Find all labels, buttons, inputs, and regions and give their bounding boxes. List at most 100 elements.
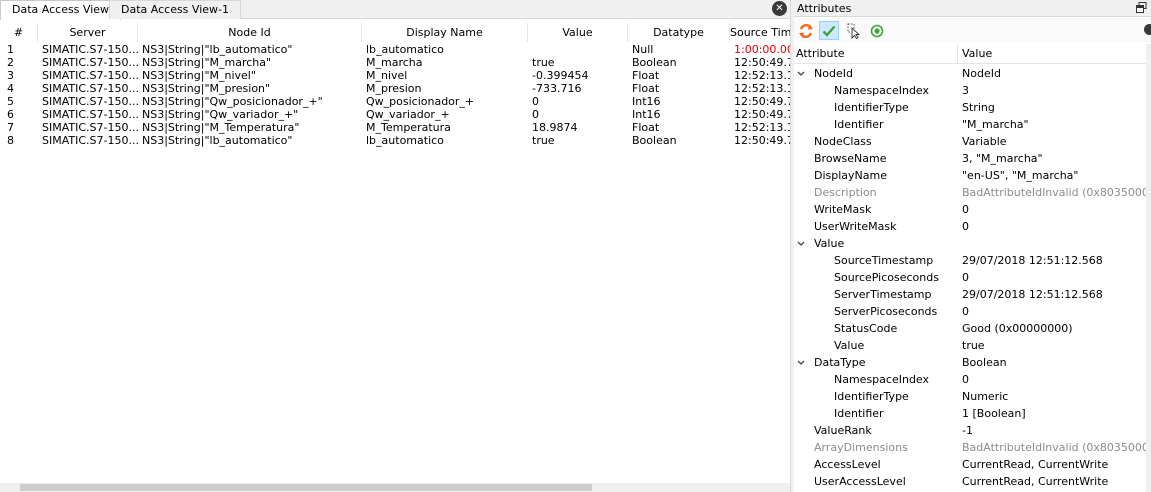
attribute-row[interactable]: SourcePicoseconds 0 (794, 269, 1146, 286)
table-row[interactable]: 3 SIMATIC.S7-150... NS3|String|"M_nivel" M_… (0, 69, 790, 82)
node-id-cell: NS3|String|"M_presion" (142, 82, 271, 95)
attribute-row[interactable]: UserWriteMask 0 (794, 218, 1146, 235)
row-index: 5 (7, 95, 14, 108)
attribute-value: String (962, 101, 995, 114)
attribute-row[interactable]: Value true (794, 337, 1146, 354)
horizontal-scrollbar[interactable] (0, 483, 790, 492)
attribute-value: CurrentRead, CurrentWrite (962, 475, 1109, 488)
monitor-button[interactable] (867, 21, 887, 40)
checkmark-toggle-button[interactable] (819, 21, 839, 40)
attribute-row[interactable]: Value (794, 235, 1146, 252)
table-row[interactable]: 2 SIMATIC.S7-150... NS3|String|"M_marcha" M… (0, 56, 790, 69)
chevron-down-icon[interactable] (796, 235, 806, 252)
attribute-value: 0 (962, 305, 969, 318)
col-index-header[interactable]: # (0, 23, 38, 42)
attribute-name: ServerPicoseconds (834, 305, 938, 318)
col-nodeid-header[interactable]: Node Id (138, 23, 362, 42)
record-circle-icon (870, 24, 884, 37)
col-datatype-header[interactable]: Datatype (628, 23, 730, 42)
server-cell: SIMATIC.S7-150... (42, 134, 138, 147)
scrollbar-thumb[interactable] (20, 484, 592, 491)
attribute-name: ArrayDimensions (814, 441, 908, 454)
attribute-name: NamespaceIndex (834, 373, 930, 386)
server-cell: SIMATIC.S7-150... (42, 121, 138, 134)
display-name-cell: Qw_variador_+ (366, 108, 450, 121)
table-row[interactable]: 1 SIMATIC.S7-150... NS3|String|"lb_automat… (0, 43, 790, 56)
attribute-value: 0 (962, 373, 969, 386)
float-window-icon[interactable] (1136, 2, 1147, 13)
attribute-column-header[interactable]: Attribute (796, 44, 845, 64)
attribute-value: BadAttributeIdInvalid (0x80350000) (962, 186, 1146, 199)
server-cell: SIMATIC.S7-150... (42, 108, 138, 121)
attribute-row[interactable]: DataType Boolean (794, 354, 1146, 371)
attribute-row[interactable]: SourceTimestamp 29/07/2018 12:51:12.568 (794, 252, 1146, 269)
refresh-button[interactable] (796, 21, 816, 40)
table-row[interactable]: 8 SIMATIC.S7-150... NS3|String|"lb_automat… (0, 134, 790, 147)
table-row[interactable]: 5 SIMATIC.S7-150... NS3|String|"Qw_posicio… (0, 95, 790, 108)
row-index: 4 (7, 82, 14, 95)
chevron-down-icon[interactable] (796, 354, 806, 371)
attribute-name: NodeId (814, 67, 853, 80)
attribute-row[interactable]: WriteMask 0 (794, 201, 1146, 218)
attribute-row[interactable]: NamespaceIndex 0 (794, 371, 1146, 388)
attribute-row[interactable]: IdentifierType String (794, 99, 1146, 116)
value-column-header[interactable]: Value (962, 44, 992, 64)
attribute-row[interactable]: IdentifierType Numeric (794, 388, 1146, 405)
table-row[interactable]: 7 SIMATIC.S7-150... NS3|String|"M_Temperat… (0, 121, 790, 134)
tab-bar: Data Access View Data Access View-1 ✕ (0, 0, 790, 20)
display-name-cell: Qw_posicionador_+ (366, 95, 475, 108)
row-index: 3 (7, 69, 14, 82)
value-cell: 18.9874 (532, 121, 578, 134)
attributes-titlebar: Attributes (794, 0, 1151, 17)
attribute-row[interactable]: DisplayName "en-US", "M_marcha" (794, 167, 1146, 184)
attribute-name: NamespaceIndex (834, 84, 930, 97)
close-icon[interactable] (1144, 24, 1151, 35)
node-id-cell: NS3|String|"M_marcha" (142, 56, 272, 69)
tab-data-access-view-1[interactable]: Data Access View-1 (109, 0, 241, 19)
col-sourcetime-header[interactable]: Source Tim (730, 23, 790, 42)
col-server-header[interactable]: Server (38, 23, 138, 42)
attribute-row[interactable]: NodeClass Variable (794, 133, 1146, 150)
attribute-row[interactable]: UserAccessLevel CurrentRead, CurrentWrite (794, 473, 1146, 490)
attribute-row[interactable]: AccessLevel CurrentRead, CurrentWrite (794, 456, 1146, 473)
attribute-row[interactable]: ServerTimestamp 29/07/2018 12:51:12.568 (794, 286, 1146, 303)
attribute-row[interactable]: NodeId NodeId (794, 65, 1146, 82)
table-row[interactable]: 6 SIMATIC.S7-150... NS3|String|"Qw_variado… (0, 108, 790, 121)
attribute-name: StatusCode (834, 322, 898, 335)
attribute-row[interactable]: BrowseName 3, "M_marcha" (794, 150, 1146, 167)
attribute-row[interactable]: ArrayDimensions BadAttributeIdInvalid (0x… (794, 439, 1146, 456)
attribute-value: -1 (962, 424, 973, 437)
attribute-row[interactable]: Identifier 1 [Boolean] (794, 405, 1146, 422)
attribute-value: NodeId (962, 67, 1001, 80)
attribute-name: Description (814, 186, 877, 199)
select-button[interactable] (844, 21, 864, 40)
source-timestamp-cell: 12:52:13.19 (734, 69, 790, 82)
attribute-row[interactable]: StatusCode Good (0x00000000) (794, 320, 1146, 337)
attribute-name: ValueRank (814, 424, 872, 437)
table-row[interactable]: 4 SIMATIC.S7-150... NS3|String|"M_presion"… (0, 82, 790, 95)
attribute-row[interactable]: NamespaceIndex 3 (794, 82, 1146, 99)
attribute-name: Identifier (834, 407, 884, 420)
row-index: 7 (7, 121, 14, 134)
attribute-row[interactable]: Description BadAttributeIdInvalid (0x8035… (794, 184, 1146, 201)
attribute-name: Identifier (834, 118, 884, 131)
attribute-row[interactable]: ServerPicoseconds 0 (794, 303, 1146, 320)
chevron-down-icon[interactable] (796, 65, 806, 82)
row-index: 1 (7, 43, 14, 56)
attribute-name: SourceTimestamp (834, 254, 934, 267)
col-value-header[interactable]: Value (528, 23, 628, 42)
datatype-cell: Float (632, 69, 660, 82)
vertical-scrollbar[interactable] (1146, 44, 1151, 492)
tab-data-access-view[interactable]: Data Access View (0, 0, 122, 20)
refresh-icon (799, 23, 813, 38)
row-index: 2 (7, 56, 14, 69)
attributes-toolbar (794, 18, 1151, 43)
col-displayname-header[interactable]: Display Name (362, 23, 528, 42)
display-name-cell: lb_automatico (366, 43, 444, 56)
close-icon[interactable]: ✕ (772, 1, 787, 16)
data-access-panel: Data Access View Data Access View-1 ✕ # S… (0, 0, 790, 492)
attribute-row[interactable]: Identifier "M_marcha" (794, 116, 1146, 133)
attribute-row[interactable]: ValueRank -1 (794, 422, 1146, 439)
node-id-cell: NS3|String|"M_nivel" (142, 69, 256, 82)
row-index: 6 (7, 108, 14, 121)
